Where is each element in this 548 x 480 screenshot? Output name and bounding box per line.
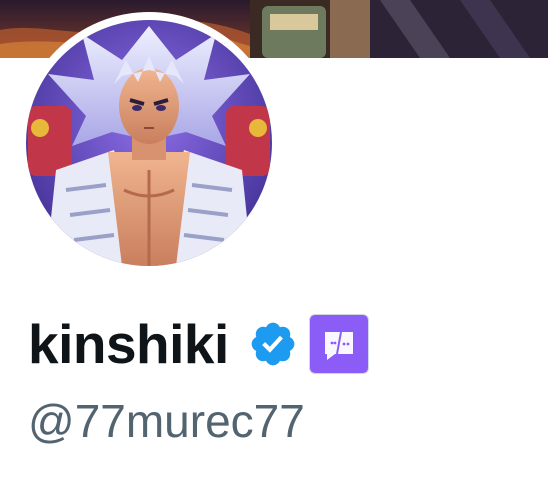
affiliate-badge-icon[interactable] [308, 314, 369, 374]
avatar-border [18, 12, 280, 274]
display-name: kinshiki [28, 312, 229, 375]
name-row: kinshiki [28, 308, 369, 380]
avatar[interactable] [26, 20, 272, 266]
username-handle: @77murec77 [28, 395, 305, 447]
verified-badge-icon[interactable] [247, 318, 299, 370]
profile-header: kinshiki @77murec77 [0, 0, 548, 480]
